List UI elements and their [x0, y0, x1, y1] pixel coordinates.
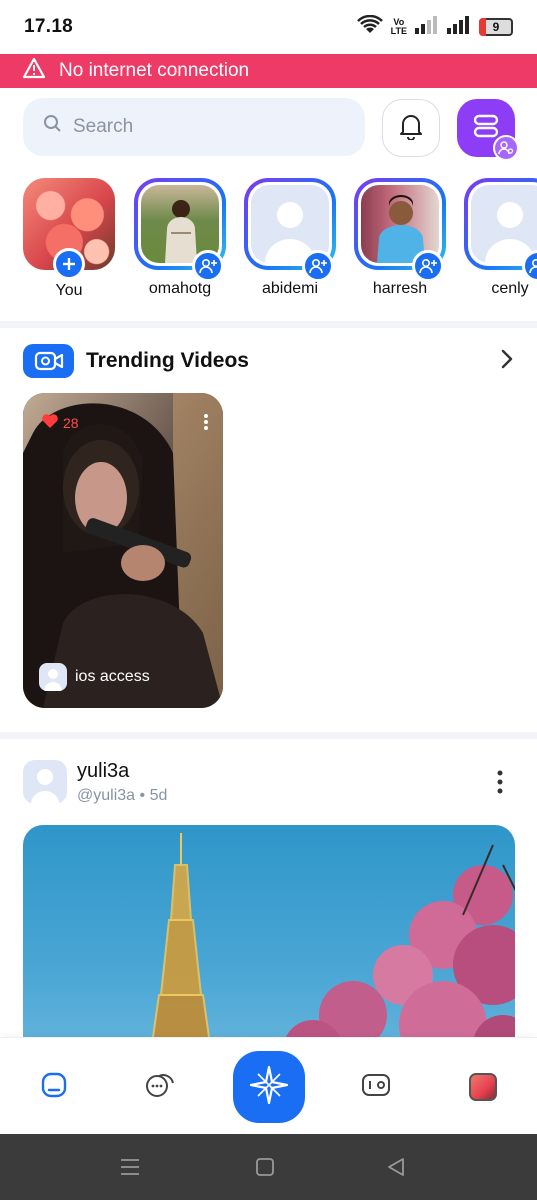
story-cenly[interactable]: cenly	[464, 178, 537, 298]
stories-row: You omahotg abidemi harresh cenly	[0, 178, 537, 318]
more-vertical-icon[interactable]	[497, 770, 503, 799]
trending-header[interactable]: Trending Videos	[23, 343, 515, 379]
avatar[interactable]	[23, 760, 67, 804]
section-divider	[0, 732, 537, 739]
story-harresh[interactable]: harresh	[354, 178, 446, 298]
home-button-icon[interactable]	[254, 1156, 276, 1183]
video-camera-icon	[23, 344, 74, 378]
add-story-button[interactable]	[53, 248, 85, 280]
warning-icon	[22, 57, 59, 85]
recent-apps-icon[interactable]	[119, 1156, 141, 1183]
follow-button[interactable]	[302, 250, 334, 282]
avatar	[39, 663, 67, 691]
notifications-button[interactable]	[382, 99, 440, 157]
video-likes: 28	[41, 413, 79, 432]
status-icons: Vo LTE 9	[356, 14, 513, 40]
nav-discover[interactable]	[233, 1051, 305, 1123]
volte-indicator: Vo LTE	[391, 18, 407, 36]
post-handle: @yuli3a	[77, 787, 136, 804]
trending-title: Trending Videos	[86, 349, 249, 372]
signal-icon	[447, 15, 471, 39]
story-label: You	[55, 282, 83, 299]
user-settings-icon	[493, 135, 519, 161]
story-label: harresh	[372, 280, 428, 297]
signal-icon	[415, 15, 439, 39]
section-divider	[0, 321, 537, 328]
story-label: abidemi	[261, 280, 319, 297]
post-author-name[interactable]: yuli3a	[77, 760, 129, 783]
back-icon[interactable]	[385, 1156, 407, 1183]
nav-profile[interactable]	[468, 1072, 498, 1102]
post-header: yuli3a @yuli3a • 5d	[23, 760, 515, 810]
story-omahotg[interactable]: omahotg	[134, 178, 226, 298]
offline-banner: No internet connection	[0, 54, 537, 88]
bottom-navigation	[0, 1037, 537, 1134]
video-author[interactable]: ios access	[39, 663, 150, 691]
wallet-icon	[361, 1072, 391, 1103]
post-image[interactable]	[23, 825, 515, 1065]
default-avatar-icon	[471, 185, 537, 263]
story-abidemi[interactable]: abidemi	[244, 178, 336, 298]
chat-icon	[145, 1071, 175, 1104]
menu-button[interactable]	[457, 99, 519, 161]
heart-icon	[41, 413, 59, 432]
compass-star-icon	[249, 1065, 289, 1110]
search-icon	[43, 114, 73, 140]
story-label: cenly	[491, 280, 529, 297]
follow-button[interactable]	[192, 250, 224, 282]
post-meta: @yuli3a • 5d	[77, 787, 167, 805]
video-thumbnail	[23, 393, 223, 708]
nav-chat[interactable]	[145, 1072, 175, 1102]
header: Search	[0, 98, 537, 161]
status-time: 17.18	[24, 16, 74, 37]
post-age: 5d	[149, 787, 168, 804]
author-name: ios access	[75, 668, 150, 685]
battery-icon: 9	[479, 18, 513, 36]
status-bar: 17.18 Vo LTE 9	[0, 0, 537, 54]
offline-text: No internet connection	[59, 60, 250, 81]
bell-icon	[398, 112, 424, 145]
more-vertical-icon[interactable]	[203, 413, 209, 436]
story-you[interactable]: You	[23, 178, 115, 300]
system-navigation-bar	[0, 1134, 537, 1200]
profile-avatar	[469, 1073, 497, 1101]
trending-video-card[interactable]: 28 ios access	[23, 393, 223, 708]
nav-wallet[interactable]	[361, 1072, 391, 1102]
story-label: omahotg	[148, 280, 212, 297]
battery-level: 9	[492, 20, 500, 34]
wifi-icon	[356, 14, 383, 40]
follow-button[interactable]	[412, 250, 444, 282]
search-input[interactable]: Search	[23, 98, 365, 156]
meta-separator: •	[139, 787, 146, 804]
app-screen: 17.18 Vo LTE 9 No internet connection Se…	[0, 0, 537, 1200]
search-placeholder: Search	[73, 116, 134, 137]
volte-label-bottom: LTE	[390, 26, 407, 36]
nav-home[interactable]	[39, 1072, 69, 1102]
home-icon	[40, 1071, 68, 1104]
post-photo	[147, 833, 515, 1065]
chevron-right-icon[interactable]	[499, 348, 515, 375]
likes-count: 28	[63, 414, 79, 431]
